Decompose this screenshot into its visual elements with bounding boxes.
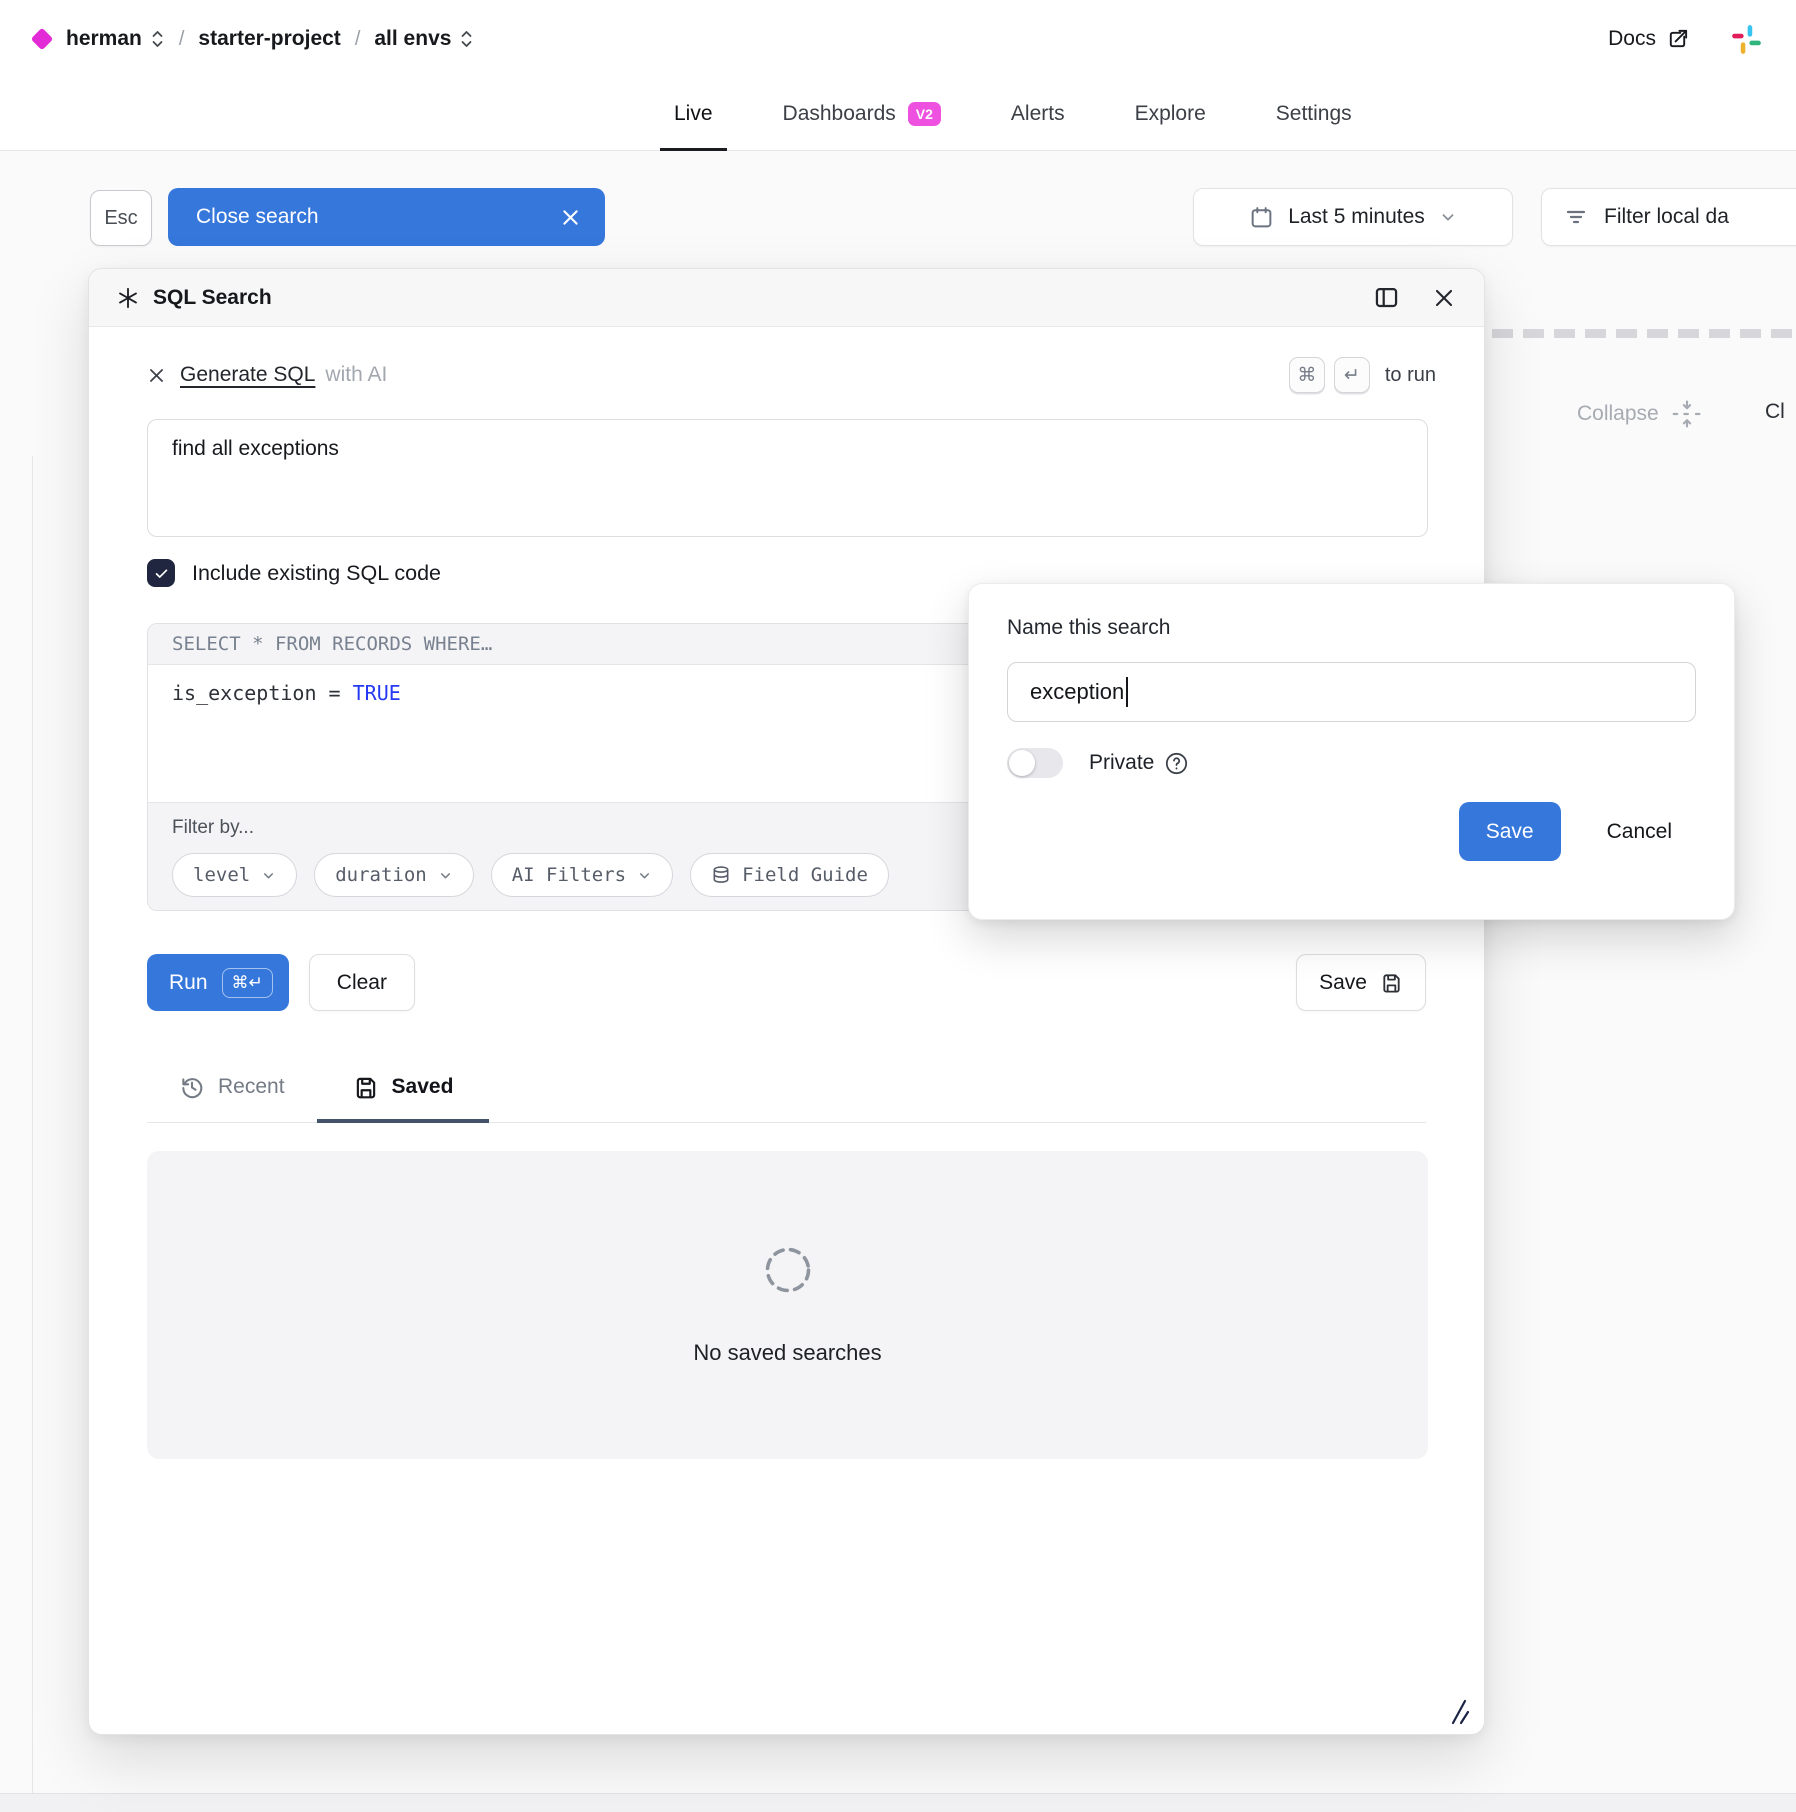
- time-range-dropdown[interactable]: Last 5 minutes: [1193, 188, 1513, 246]
- chip-ai-filters[interactable]: AI Filters: [491, 853, 673, 897]
- page-bottom-strip: [0, 1793, 1796, 1812]
- chart-dashed-line: [1492, 329, 1796, 338]
- empty-state-text: No saved searches: [693, 1340, 881, 1366]
- breadcrumb-separator: /: [179, 28, 185, 51]
- search-name-input[interactable]: exception: [1007, 662, 1696, 722]
- include-sql-checkbox[interactable]: [147, 559, 175, 587]
- run-button[interactable]: Run ⌘↵: [147, 954, 289, 1011]
- history-clock-icon: [179, 1074, 205, 1100]
- run-shortcut-hint: ⌘ ↵ to run: [1289, 357, 1436, 393]
- calendar-icon: [1249, 205, 1274, 230]
- sql-keyword: TRUE: [353, 681, 401, 705]
- chevron-down-icon: [637, 868, 652, 883]
- esc-key-hint[interactable]: Esc: [90, 190, 152, 246]
- slack-icon[interactable]: [1731, 24, 1762, 55]
- generate-sql-link[interactable]: Generate SQL: [180, 363, 315, 387]
- search-name-value: exception: [1030, 679, 1124, 705]
- close-search-button[interactable]: Close search: [168, 188, 605, 246]
- help-icon[interactable]: [1164, 751, 1189, 776]
- dialog-title: Name this search: [1007, 616, 1696, 640]
- docs-link[interactable]: Docs: [1608, 27, 1689, 51]
- close-search-label: Close search: [196, 205, 319, 229]
- saved-searches-empty-state: No saved searches: [147, 1151, 1428, 1459]
- sql-search-modal: SQL Search Generate SQL with AI ⌘ ↵ to r…: [88, 268, 1485, 1735]
- time-range-label: Last 5 minutes: [1288, 205, 1425, 229]
- collapse-icon: [1671, 398, 1703, 430]
- sql-expression: is_exception =: [172, 681, 353, 705]
- filter-icon: [1564, 205, 1588, 229]
- private-label: Private: [1089, 751, 1154, 775]
- chevron-down-icon: [261, 868, 276, 883]
- top-bar: herman / starter-project / all envs Docs: [0, 0, 1796, 78]
- text-cursor: [1126, 677, 1128, 707]
- floppy-save-icon: [1380, 971, 1403, 994]
- run-shortcut-badge: ⌘↵: [222, 968, 273, 998]
- include-sql-label: Include existing SQL code: [192, 561, 441, 586]
- tab-saved-searches[interactable]: Saved: [317, 1051, 490, 1122]
- main-nav: Live Dashboards V2 Alerts Explore Settin…: [0, 78, 1796, 151]
- tab-dashboards[interactable]: Dashboards V2: [769, 78, 955, 150]
- environment-selector-icon[interactable]: [459, 28, 474, 50]
- clear-partial-label[interactable]: Cl: [1765, 400, 1785, 424]
- resize-handle[interactable]: [1446, 1698, 1472, 1726]
- modal-title: SQL Search: [153, 286, 272, 310]
- docs-label: Docs: [1608, 27, 1656, 51]
- tab-recent-searches[interactable]: Recent: [147, 1051, 317, 1122]
- enter-key: ↵: [1334, 357, 1370, 393]
- panel-left-border: [32, 456, 33, 1812]
- dialog-actions: Save Cancel: [1007, 802, 1696, 861]
- check-icon: [153, 565, 170, 582]
- saved-recent-tabs: Recent Saved: [147, 1051, 1426, 1123]
- generate-sql-suffix: with AI: [325, 363, 387, 387]
- workspace-selector-icon[interactable]: [150, 28, 165, 50]
- tab-live[interactable]: Live: [660, 78, 727, 150]
- database-icon: [711, 865, 731, 885]
- breadcrumb-workspace[interactable]: herman: [66, 27, 142, 51]
- filter-local-label: Filter local da: [1604, 205, 1729, 229]
- private-row: Private: [1007, 748, 1696, 778]
- floppy-save-icon: [353, 1074, 379, 1100]
- tab-explore[interactable]: Explore: [1121, 78, 1220, 150]
- close-icon: [560, 207, 581, 228]
- name-search-dialog: Name this search exception Private Save …: [968, 583, 1735, 920]
- generate-sql-row: Generate SQL with AI ⌘ ↵ to run: [147, 355, 1436, 395]
- breadcrumb-environment[interactable]: all envs: [374, 27, 451, 51]
- editor-actions-row: Run ⌘↵ Clear Save: [147, 954, 1426, 1011]
- chip-duration[interactable]: duration: [314, 853, 474, 897]
- cmd-key: ⌘: [1289, 357, 1325, 393]
- clear-button[interactable]: Clear: [309, 954, 415, 1011]
- collapse-button[interactable]: Collapse: [1577, 398, 1703, 430]
- close-modal-icon[interactable]: [1432, 286, 1456, 310]
- private-toggle[interactable]: [1007, 748, 1063, 778]
- chip-field-guide[interactable]: Field Guide: [690, 853, 889, 897]
- tab-settings[interactable]: Settings: [1262, 78, 1366, 150]
- dismiss-ai-icon[interactable]: [147, 366, 166, 385]
- breadcrumb-separator: /: [355, 28, 361, 51]
- dashed-circle-icon: [762, 1244, 814, 1296]
- filter-local-button[interactable]: Filter local da: [1541, 188, 1796, 246]
- include-sql-row[interactable]: Include existing SQL code: [147, 559, 441, 587]
- collapse-label: Collapse: [1577, 402, 1659, 426]
- chip-level[interactable]: level: [172, 853, 297, 897]
- save-search-button[interactable]: Save: [1296, 954, 1426, 1011]
- brand-logo[interactable]: [31, 28, 54, 51]
- chevron-down-icon: [1439, 208, 1457, 226]
- sparkle-asterisk-icon: [117, 287, 139, 309]
- modal-header: SQL Search: [89, 269, 1484, 327]
- dialog-save-button[interactable]: Save: [1459, 802, 1561, 861]
- external-link-icon: [1666, 28, 1689, 51]
- ai-prompt-input[interactable]: find all exceptions: [147, 419, 1428, 537]
- dialog-cancel-button[interactable]: Cancel: [1607, 820, 1672, 844]
- chevron-down-icon: [438, 868, 453, 883]
- breadcrumb-project[interactable]: starter-project: [198, 27, 340, 51]
- toggle-knob: [1009, 750, 1035, 776]
- side-panel-icon[interactable]: [1373, 284, 1400, 311]
- tab-alerts[interactable]: Alerts: [997, 78, 1079, 150]
- to-run-label: to run: [1385, 364, 1436, 387]
- v2-badge: V2: [908, 102, 941, 126]
